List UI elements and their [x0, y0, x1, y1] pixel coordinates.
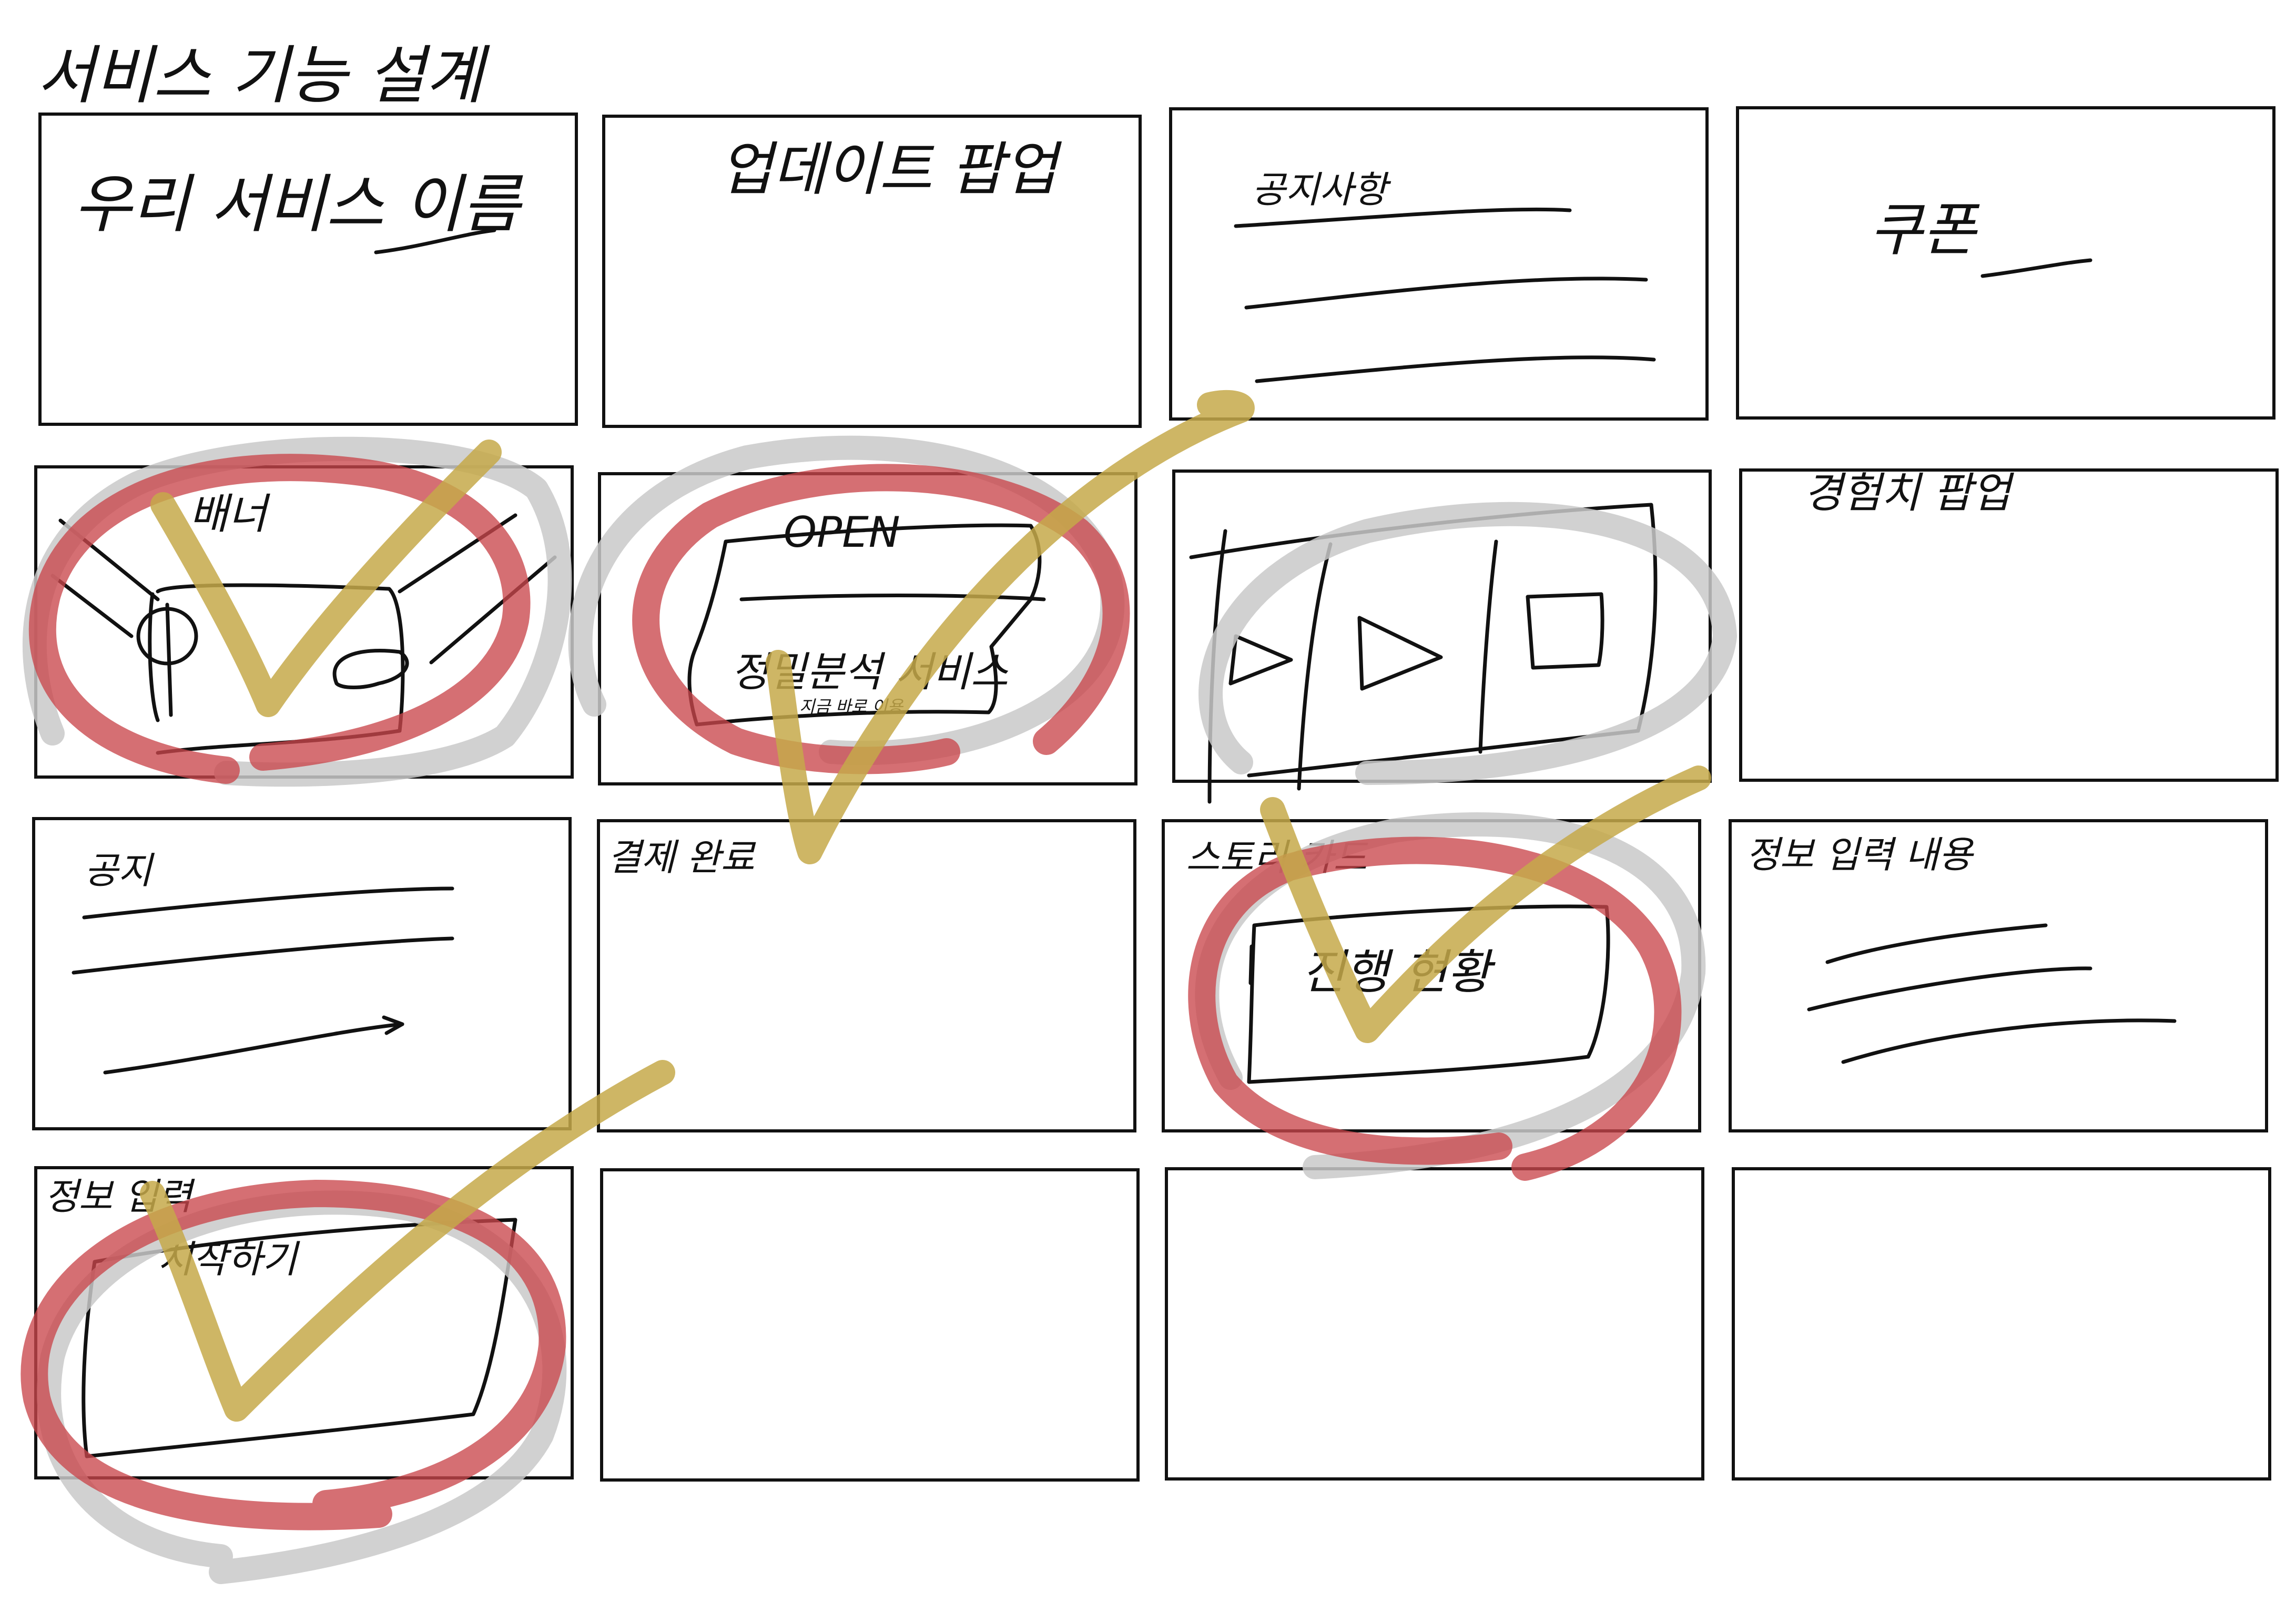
panel-14-frame[interactable]	[600, 1168, 1140, 1482]
panel-label: 결제 완료	[607, 836, 756, 879]
panel-16-frame[interactable]	[1732, 1167, 2271, 1481]
panel-15-frame[interactable]	[1165, 1167, 1704, 1481]
panel-label: 공지사항	[1252, 168, 1391, 211]
panel-2-content: 업데이트 팝업	[719, 136, 1062, 203]
panel-label: 업데이트 팝업	[719, 136, 1062, 203]
panel-1-content: 우리 서비스 이름	[74, 168, 523, 254]
panel-4-frame[interactable]	[1736, 106, 2275, 420]
panel-8-content: 경험치 팝업	[1804, 468, 2015, 517]
storyboard-canvas: 서비스 기능 설계 우리 서비스 이름 업데이트 팝업 공지사항 쿠폰 배너 O…	[21, 39, 2279, 1584]
panel-label: 배너	[189, 489, 271, 538]
panel-label: 쿠폰	[1870, 196, 1980, 263]
panel-label: 공지	[84, 849, 155, 892]
panel-10-content: 결제 완료	[607, 836, 756, 879]
panel-3-frame[interactable]	[1169, 107, 1709, 421]
card-box-sketch	[1248, 944, 1254, 985]
panel-label: 정보 입력 내용	[1746, 833, 1975, 876]
page-title: 서비스 기능 설계	[37, 39, 490, 113]
panel-label: 경험치 팝업	[1804, 468, 2015, 517]
panel-1-frame[interactable]	[38, 113, 578, 426]
panel-label: 우리 서비스 이름	[74, 168, 523, 241]
